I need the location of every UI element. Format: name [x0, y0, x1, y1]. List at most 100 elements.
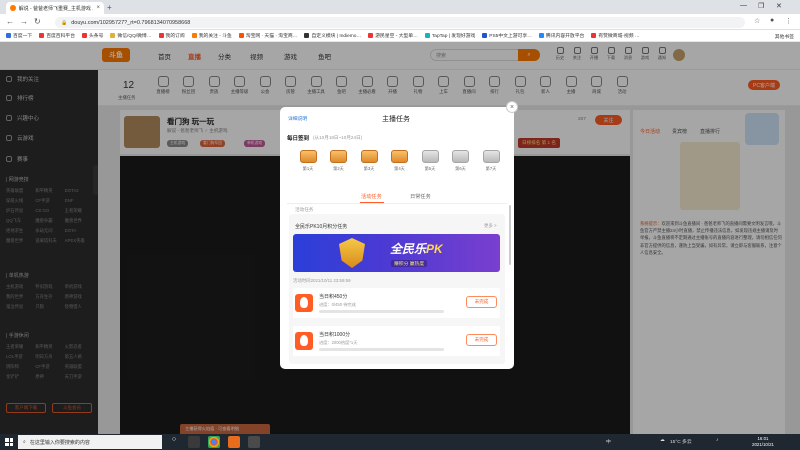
volume-icon[interactable]: ♪ — [716, 438, 718, 443]
bookmark-icon — [591, 33, 597, 38]
douyu-app-icon[interactable] — [228, 436, 240, 448]
signin-day[interactable]: 第1天 — [297, 150, 319, 172]
taskbar-search-input[interactable]: ⌕ 在这里输入你要搜索的内容 — [18, 435, 162, 449]
shield-emblem-icon — [339, 238, 365, 268]
back-icon[interactable]: ← — [6, 17, 14, 26]
bookmark-icon — [368, 33, 374, 38]
reload-icon[interactable]: ↻ — [34, 17, 41, 26]
close-window-button[interactable]: ✕ — [776, 2, 782, 10]
browser-tab-bar: 解说 - 爸爸老师飞重赛_主机游戏 ... × + — ❐ ✕ — [0, 0, 800, 14]
menu-icon[interactable]: ⋮ — [785, 17, 792, 25]
bookmark-item[interactable]: 我的关注 - 斗鱼 — [190, 32, 234, 39]
bookmark-icon — [482, 33, 488, 38]
new-tab-button[interactable]: + — [107, 3, 112, 12]
task-status-button[interactable]: 未完成 — [466, 296, 497, 308]
bookmark-item[interactable]: PS5中文上游可享… — [480, 32, 534, 39]
windows-taskbar: ⌕ 在这里输入你要搜索的内容 ○ 中 ☁ 15°C 多云 ♪ 16:01 2021… — [0, 434, 800, 450]
bookmark-item[interactable]: 百度一下 — [4, 32, 34, 39]
bookmark-icon — [39, 33, 45, 38]
task-name: 当日积450分 — [319, 294, 348, 300]
treasure-chest-icon — [299, 150, 317, 163]
task-progress-bar — [319, 310, 444, 313]
treasure-chest-icon — [391, 150, 408, 163]
lock-icon: 🔒 — [61, 19, 68, 26]
banner-title: 全民乐PK — [390, 242, 443, 256]
signin-day-label: 第3天 — [363, 166, 375, 171]
bookmark-item[interactable]: 我的订阅 — [157, 32, 187, 39]
activity-time: 活动时间2021/10/11 23:59:59 — [293, 278, 351, 283]
treasure-chest-icon — [452, 150, 469, 163]
tab-activity-tasks[interactable]: 活动任务 — [361, 193, 382, 200]
signin-day-label: 第7天 — [485, 166, 497, 171]
url-text: douyu.com/10295727?_rt=0.796813407095866… — [71, 19, 191, 26]
bookmarks-bar: 百度一下 百度百科平台 头条号 微信/QQ/微博… 我的订阅 我的关注 - 斗鱼… — [0, 30, 800, 42]
signin-day[interactable]: 第3天 — [358, 150, 380, 172]
task-status-button[interactable]: 未完成 — [466, 334, 497, 346]
bookmark-item[interactable]: TapTap | 发现好游戏 — [423, 32, 477, 39]
bookmark-star-icon[interactable]: ☆ — [754, 17, 760, 25]
bookmark-icon — [538, 33, 544, 38]
treasure-chest-icon — [421, 150, 439, 163]
profile-icon[interactable]: ● — [770, 17, 774, 24]
signin-day-label: 第4天 — [394, 166, 405, 171]
signin-range: (从10月18日~10月24日) — [313, 135, 363, 140]
weather-text[interactable]: 15°C 多云 — [670, 438, 692, 445]
url-input[interactable]: 🔒 douyu.com/10295727?_rt=0.7968134070958… — [55, 17, 745, 28]
task-progress-text: 进度：0/450 待完成 — [319, 302, 356, 307]
more-link[interactable]: 更多 > — [484, 223, 497, 229]
bookmark-icon — [158, 33, 164, 38]
scrollbar[interactable] — [509, 205, 511, 265]
bookmark-icon — [110, 33, 116, 38]
bookmark-item[interactable]: 腾讯内容开放平台 — [537, 32, 586, 39]
task-group-title: 全民乐PK10月积分任务 — [295, 224, 348, 230]
details-link[interactable]: 详细说明 — [288, 115, 307, 122]
douyu-favicon-icon — [10, 5, 16, 11]
browser-tab[interactable]: 解说 - 爸爸老师飞重赛_主机游戏 ... × — [6, 2, 104, 14]
bookmark-item[interactable]: 百度百科平台 — [37, 32, 77, 39]
signin-day[interactable]: 第6天 — [450, 150, 472, 172]
minimize-button[interactable]: — — [740, 2, 747, 9]
task-view-button[interactable] — [188, 436, 200, 448]
bookmark-item[interactable]: 自定义模块 | Indiemo… — [302, 32, 363, 39]
other-bookmarks[interactable]: 其他书签 — [775, 33, 794, 40]
close-tab-icon[interactable]: × — [96, 5, 100, 11]
flame-icon — [295, 332, 313, 350]
divider — [287, 203, 507, 204]
chrome-icon[interactable] — [208, 436, 220, 448]
task-view-icon[interactable]: ○ — [168, 436, 180, 448]
signin-day[interactable]: 第7天 — [480, 150, 502, 172]
tab-daily-tasks[interactable]: 日常任务 — [410, 193, 431, 200]
signin-day-label: 第6天 — [455, 166, 466, 171]
forward-icon[interactable]: → — [20, 17, 28, 26]
treasure-chest-icon — [330, 150, 347, 163]
signin-day-label: 第2天 — [333, 166, 344, 171]
treasure-chest-icon — [360, 150, 378, 163]
signin-day[interactable]: 第4天 — [389, 150, 411, 172]
bookmark-icon — [304, 33, 310, 38]
bookmark-item[interactable]: 淘宝网 · 天猫 · 淘宝商… — [237, 32, 300, 39]
bookmark-item[interactable]: 头条号 — [80, 32, 105, 39]
bookmark-icon — [424, 33, 430, 38]
bookmark-item[interactable]: 游民星空 - 大型单… — [366, 32, 420, 39]
windows-start-icon[interactable] — [5, 438, 13, 446]
task-row: 当日积1000分 进度：2000热度*1天 未完成 — [293, 326, 500, 356]
modal-title: 主播任务 — [382, 116, 410, 123]
ime-lang[interactable]: 中 — [606, 438, 611, 445]
obs-icon[interactable] — [248, 436, 260, 448]
maximize-button[interactable]: ❐ — [758, 2, 764, 10]
signin-day[interactable]: 第5天 — [419, 150, 441, 172]
close-modal-button[interactable]: × — [506, 101, 518, 113]
signin-day-label: 第1天 — [302, 166, 314, 171]
bookmark-icon — [6, 33, 11, 38]
task-progress-bar — [319, 348, 444, 351]
clock[interactable]: 16:01 2021/10/21 — [752, 436, 774, 448]
section-subtitle: 活动任务 — [295, 207, 314, 212]
banner-subtitle: 赚积分 赢热度 — [391, 260, 428, 267]
close-icon: × — [509, 103, 515, 111]
bookmark-icon — [238, 33, 244, 38]
bookmark-item[interactable]: 微信/QQ/微博… — [108, 32, 153, 39]
pk-banner[interactable]: 全民乐PK 赚积分 赢热度 — [293, 234, 500, 272]
signin-day[interactable]: 第2天 — [328, 150, 350, 172]
bookmark-icon — [191, 33, 197, 38]
bookmark-item[interactable]: 有赞微商城-视频 … — [589, 32, 641, 39]
